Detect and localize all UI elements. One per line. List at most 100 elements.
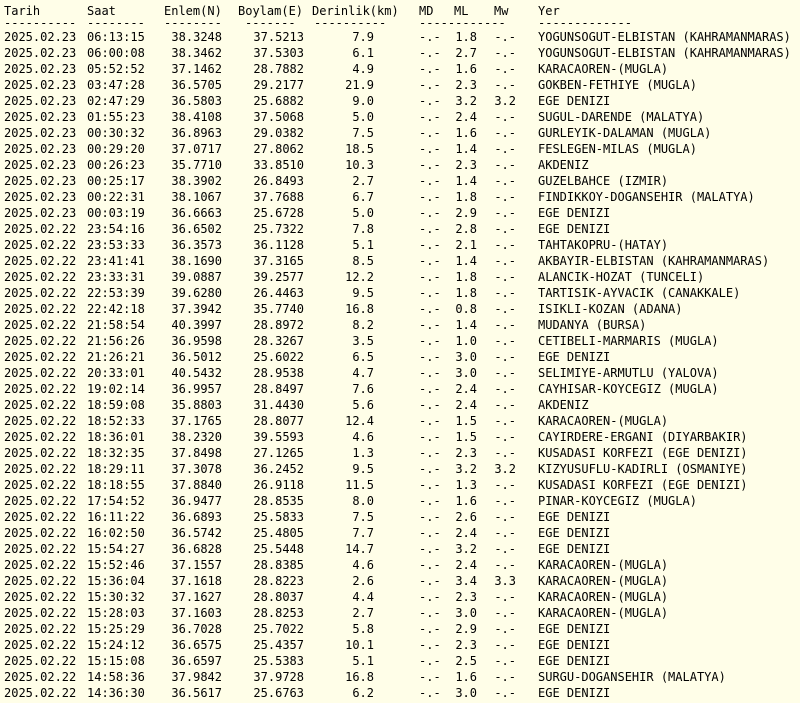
table-row: 2025.02.22 18:59:08 35.8803 31.4430 5.6 -.- 2.…: [2, 397, 800, 413]
cell-md: -.-: [419, 190, 441, 204]
cell-ml: 3.2: [455, 542, 477, 556]
cell-ml: 2.3: [455, 78, 477, 92]
cell-longitude: 39.2577: [253, 270, 304, 284]
cell-depth: 6.2: [352, 686, 374, 700]
cell-date: 2025.02.22: [4, 670, 77, 684]
cell-depth: 5.1: [352, 654, 374, 668]
cell-location: EGE DENIZI: [538, 510, 611, 524]
cell-mw: 3.2: [494, 462, 516, 476]
cell-location: AKDENIZ: [538, 398, 589, 412]
cell-mw: -.-: [494, 142, 516, 156]
cell-depth: 3.5: [352, 334, 374, 348]
cell-location: GUZELBAHCE (IZMIR): [538, 174, 669, 188]
cell-time: 06:00:08: [87, 46, 145, 60]
cell-time: 18:32:35: [87, 446, 145, 460]
cell-latitude: 38.1690: [171, 254, 222, 268]
table-row: 2025.02.23 02:47:29 36.5803 25.6882 9.0 -.- 3.…: [2, 93, 800, 109]
cell-md: -.-: [419, 478, 441, 492]
cell-longitude: 28.8497: [253, 382, 304, 396]
table-row: 2025.02.22 23:54:16 36.6502 25.7322 7.8 -.- 2.…: [2, 221, 800, 237]
cell-mw: -.-: [494, 478, 516, 492]
cell-longitude: 28.8535: [253, 494, 304, 508]
table-row: 2025.02.22 16:02:50 36.5742 25.4805 7.7 -.- 2.…: [2, 525, 800, 541]
cell-mw: -.-: [494, 638, 516, 652]
cell-location: AKBAYIR-ELBISTAN (KAHRAMANMARAS): [538, 254, 770, 268]
cell-md: -.-: [419, 446, 441, 460]
separator-location: -------------: [538, 16, 632, 30]
cell-ml: 1.6: [455, 126, 477, 140]
cell-latitude: 38.4108: [171, 110, 222, 124]
cell-time: 15:24:12: [87, 638, 145, 652]
cell-latitude: 37.3942: [171, 302, 222, 316]
cell-location: CAYIRDERE-ERGANI (DIYARBAKIR): [538, 430, 748, 444]
cell-latitude: 38.3248: [171, 30, 222, 44]
cell-longitude: 37.5068: [253, 110, 304, 124]
cell-md: -.-: [419, 558, 441, 572]
cell-depth: 2.7: [352, 606, 374, 620]
cell-longitude: 25.6763: [253, 686, 304, 700]
table-row: 2025.02.22 15:54:27 36.6828 25.5448 14.7 -.- 3…: [2, 541, 800, 557]
cell-longitude: 25.7022: [253, 622, 304, 636]
cell-longitude: 25.4357: [253, 638, 304, 652]
cell-date: 2025.02.23: [4, 62, 77, 76]
cell-ml: 1.8: [455, 30, 477, 44]
table-row: 2025.02.22 15:28:03 37.1603 28.8253 2.7 -.- 3.…: [2, 605, 800, 621]
cell-latitude: 38.3902: [171, 174, 222, 188]
cell-depth: 4.6: [352, 558, 374, 572]
cell-md: -.-: [419, 94, 441, 108]
cell-depth: 2.7: [352, 174, 374, 188]
cell-latitude: 37.0717: [171, 142, 222, 156]
cell-depth: 12.4: [345, 414, 374, 428]
cell-date: 2025.02.22: [4, 302, 77, 316]
cell-mw: -.-: [494, 222, 516, 236]
cell-time: 16:11:22: [87, 510, 145, 524]
cell-date: 2025.02.22: [4, 334, 77, 348]
cell-mw: -.-: [494, 494, 516, 508]
cell-location: EGE DENIZI: [538, 526, 611, 540]
cell-mw: -.-: [494, 62, 516, 76]
cell-longitude: 37.5303: [253, 46, 304, 60]
cell-md: -.-: [419, 62, 441, 76]
cell-location: AKDENIZ: [538, 158, 589, 172]
cell-location: KARACAOREN-(MUGLA): [538, 574, 669, 588]
cell-ml: 2.3: [455, 638, 477, 652]
cell-ml: 2.7: [455, 46, 477, 60]
cell-mw: -.-: [494, 190, 516, 204]
earthquake-list: Tarih Saat Enlem(N) Boylam(E) Derinlik(k…: [0, 0, 800, 701]
table-row: 2025.02.23 06:13:15 38.3248 37.5213 7.9 -.- 1.…: [2, 29, 800, 45]
cell-date: 2025.02.22: [4, 686, 77, 700]
table-row: 2025.02.22 18:36:01 38.2320 39.5593 4.6 -.- 1.…: [2, 429, 800, 445]
cell-latitude: 38.1067: [171, 190, 222, 204]
cell-location: SELIMIYE-ARMUTLU (YALOVA): [538, 366, 719, 380]
cell-ml: 3.2: [455, 462, 477, 476]
cell-depth: 16.8: [345, 302, 374, 316]
cell-longitude: 37.5213: [253, 30, 304, 44]
cell-md: -.-: [419, 222, 441, 236]
cell-ml: 1.4: [455, 174, 477, 188]
cell-time: 17:54:52: [87, 494, 145, 508]
cell-date: 2025.02.22: [4, 654, 77, 668]
cell-ml: 2.4: [455, 526, 477, 540]
cell-latitude: 36.6597: [171, 654, 222, 668]
cell-latitude: 36.9598: [171, 334, 222, 348]
cell-time: 18:18:55: [87, 478, 145, 492]
cell-md: -.-: [419, 30, 441, 44]
cell-latitude: 36.7028: [171, 622, 222, 636]
cell-ml: 1.0: [455, 334, 477, 348]
cell-location: EGE DENIZI: [538, 222, 611, 236]
cell-ml: 2.3: [455, 590, 477, 604]
cell-mw: -.-: [494, 430, 516, 444]
cell-date: 2025.02.22: [4, 478, 77, 492]
cell-latitude: 36.5742: [171, 526, 222, 540]
cell-mw: -.-: [494, 238, 516, 252]
cell-mw: -.-: [494, 270, 516, 284]
cell-location: GOKBEN-FETHIYE (MUGLA): [538, 78, 697, 92]
cell-depth: 8.0: [352, 494, 374, 508]
cell-location: KARACAOREN-(MUGLA): [538, 62, 669, 76]
cell-time: 15:15:08: [87, 654, 145, 668]
cell-depth: 4.9: [352, 62, 374, 76]
cell-mw: -.-: [494, 158, 516, 172]
table-row: 2025.02.22 18:52:33 37.1765 28.8077 12.4 -.- 1…: [2, 413, 800, 429]
cell-date: 2025.02.22: [4, 350, 77, 364]
table-row: 2025.02.23 03:47:28 36.5705 29.2177 21.9 -.- 2…: [2, 77, 800, 93]
